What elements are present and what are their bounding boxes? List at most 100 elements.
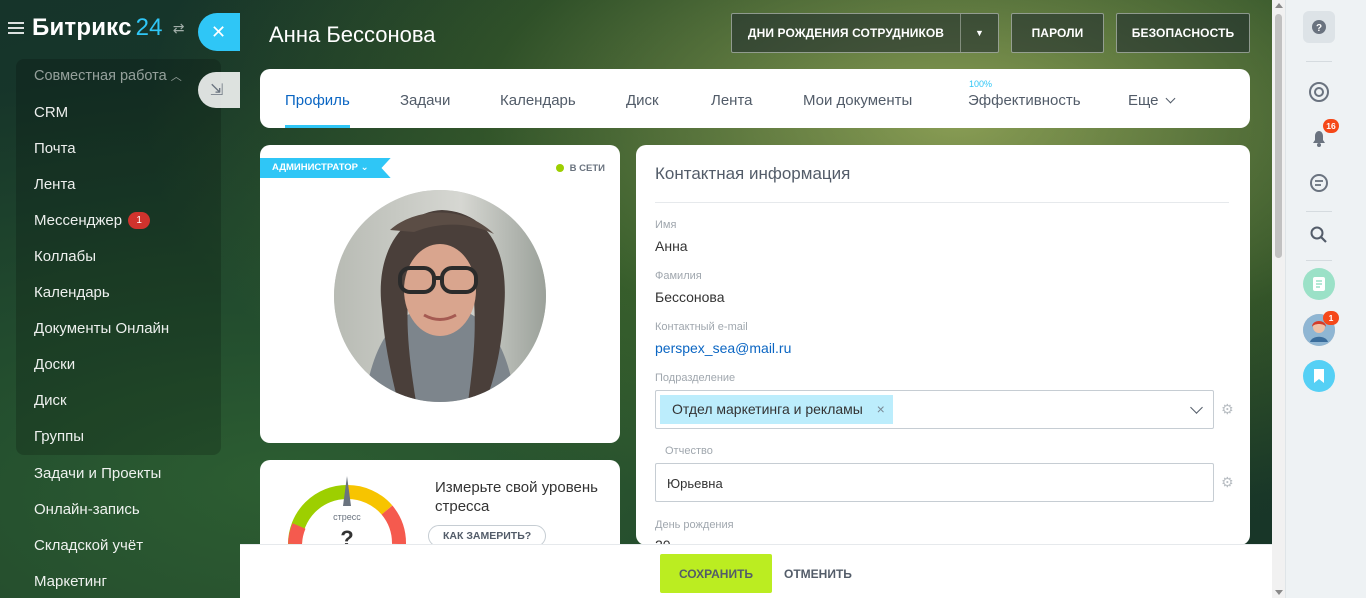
minimize-icon: ⇲: [210, 82, 224, 99]
email-link[interactable]: perspex_sea@mail.ru: [655, 340, 791, 356]
online-status-label: В СЕТИ: [569, 163, 605, 174]
avatar-photo: [334, 190, 546, 402]
birthdays-button-label: ДНИ РОЖДЕНИЯ СОТРУДНИКОВ: [747, 26, 945, 40]
patronymic-settings-gear-icon[interactable]: ⚙: [1221, 474, 1234, 491]
sidebar-item-feed[interactable]: Лента: [34, 176, 76, 193]
sidebar-item-tasks[interactable]: Задачи и Проекты: [34, 465, 161, 482]
sidebar-item-inventory[interactable]: Складской учёт: [34, 537, 143, 554]
page-title: Анна Бессонова: [269, 22, 436, 47]
close-icon: ✕: [211, 21, 227, 42]
tab-tasks[interactable]: Задачи: [400, 92, 450, 109]
scroll-up-arrow-icon[interactable]: [1275, 3, 1283, 8]
close-slider-button[interactable]: ✕: [198, 13, 240, 51]
sidebar-item-disk[interactable]: Диск: [34, 392, 67, 409]
tab-efficiency[interactable]: Эффективность: [968, 92, 1081, 109]
logo-name: Битрикс: [32, 14, 132, 41]
stress-gauge-label: стресс: [333, 512, 361, 522]
sidebar-item-calendar[interactable]: Календарь: [34, 284, 110, 301]
security-button[interactable]: БЕЗОПАСНОСТЬ: [1116, 13, 1250, 53]
timeman-icon[interactable]: [1303, 76, 1335, 108]
avatar-badge: 1: [1323, 311, 1339, 325]
sidebar-item-boards[interactable]: Доски: [34, 356, 75, 373]
save-button[interactable]: СОХРАНИТЬ: [660, 554, 772, 593]
logo-row: Битрикс 24 ⇄: [8, 14, 184, 42]
online-dot-icon: [555, 164, 564, 172]
profile-card: АДМИНИСТРАТОР ⌄ В СЕТИ: [260, 145, 620, 443]
divider: [1306, 61, 1332, 62]
email-label: Контактный e-mail: [655, 321, 748, 333]
role-tag-label: АДМИНИСТРАТОР: [272, 162, 359, 173]
patronymic-field[interactable]: Юрьевна: [655, 463, 1214, 502]
online-status: В СЕТИ: [555, 163, 605, 174]
first-name-value[interactable]: Анна: [655, 238, 688, 254]
sidebar-item-docs-online[interactable]: Документы Онлайн: [34, 320, 169, 337]
notifications-bell-icon[interactable]: 16: [1303, 119, 1339, 154]
tab-calendar[interactable]: Календарь: [500, 92, 576, 109]
notifications-badge: 16: [1323, 119, 1339, 133]
patronymic-label: Отчество: [665, 445, 713, 457]
active-tab-indicator: [285, 125, 350, 128]
tab-feed[interactable]: Лента: [711, 92, 753, 109]
scroll-down-arrow-icon[interactable]: [1275, 590, 1283, 595]
sidebar-item-booking[interactable]: Онлайн-запись: [34, 501, 140, 518]
minimize-slider-button[interactable]: ⇲: [198, 72, 240, 108]
role-tag[interactable]: АДМИНИСТРАТОР ⌄: [260, 158, 391, 178]
department-chip-label: Отдел маркетинга и рекламы: [672, 401, 863, 417]
remove-chip-icon[interactable]: ×: [877, 395, 885, 424]
efficiency-percent: 100%: [969, 79, 993, 89]
department-settings-gear-icon[interactable]: ⚙: [1221, 401, 1234, 418]
department-select[interactable]: Отдел маркетинга и рекламы ×: [655, 390, 1214, 429]
sidebar-item-crm[interactable]: CRM: [34, 104, 68, 121]
user-avatar-icon[interactable]: 1: [1303, 311, 1339, 346]
sidebar-item-messenger[interactable]: Мессенджер 1: [34, 212, 151, 229]
divider: [655, 202, 1229, 203]
tab-my-documents[interactable]: Мои документы: [803, 92, 912, 109]
sidebar-item-marketing[interactable]: Маркетинг: [34, 573, 107, 590]
sidebar-item-collabs[interactable]: Коллабы: [34, 248, 96, 265]
department-chip: Отдел маркетинга и рекламы ×: [660, 395, 893, 424]
search-icon[interactable]: [1303, 219, 1335, 251]
edit-footer: СОХРАНИТЬ ОТМЕНИТЬ: [240, 544, 1285, 598]
last-name-value[interactable]: Бессонова: [655, 289, 725, 305]
scroll-thumb[interactable]: [1275, 14, 1282, 258]
sidebar-item-mail[interactable]: Почта: [34, 140, 76, 157]
logo-number: 24: [135, 14, 163, 41]
divider: [1306, 260, 1332, 261]
contact-card: Контактная информация Имя Анна Фамилия Б…: [636, 145, 1250, 545]
contact-title: Контактная информация: [655, 164, 851, 183]
profile-tabs: Профиль Задачи Календарь Диск Лента Мои …: [260, 69, 1250, 128]
last-name-label: Фамилия: [655, 270, 702, 282]
tab-disk[interactable]: Диск: [626, 92, 659, 109]
chevron-down-icon[interactable]: ▼: [960, 14, 998, 52]
logo-settings-icon[interactable]: ⇄: [173, 20, 185, 37]
sidebar-item-label: Мессенджер: [34, 212, 123, 229]
chat-icon[interactable]: [1303, 167, 1335, 199]
chevron-up-icon: ︿: [170, 71, 182, 83]
scrollbar[interactable]: [1272, 0, 1285, 598]
birthdays-button[interactable]: ДНИ РОЖДЕНИЯ СОТРУДНИКОВ ▼: [731, 13, 999, 53]
chevron-down-icon: ⌄: [360, 162, 369, 173]
notes-icon[interactable]: [1303, 268, 1335, 300]
cancel-button[interactable]: ОТМЕНИТЬ: [784, 554, 852, 593]
department-label: Подразделение: [655, 372, 736, 384]
tab-more[interactable]: Еще: [1128, 92, 1175, 109]
help-icon[interactable]: ?: [1303, 11, 1335, 43]
sidebar-item-groups[interactable]: Группы: [34, 428, 84, 445]
passwords-button[interactable]: ПАРОЛИ: [1011, 13, 1104, 53]
messenger-badge: 1: [128, 212, 151, 229]
tab-profile[interactable]: Профиль: [285, 92, 350, 109]
first-name-label: Имя: [655, 219, 677, 231]
stress-title: Измерьте свой уровень стресса: [435, 479, 598, 515]
chevron-down-icon[interactable]: [1190, 401, 1203, 414]
bookmark-icon[interactable]: [1303, 360, 1335, 392]
chevron-down-icon: [1165, 93, 1175, 104]
divider: [1306, 211, 1332, 212]
svg-text:?: ?: [1316, 23, 1322, 34]
menu-burger-icon[interactable]: [8, 22, 24, 34]
avatar[interactable]: [334, 190, 546, 402]
right-toolbar: ? 16 1: [1285, 0, 1366, 598]
logo[interactable]: Битрикс 24: [32, 14, 163, 42]
birthday-label: День рождения: [655, 519, 734, 531]
menu-group-label[interactable]: Совместная работа ︿: [34, 68, 182, 84]
tab-more-label: Еще: [1128, 92, 1159, 109]
